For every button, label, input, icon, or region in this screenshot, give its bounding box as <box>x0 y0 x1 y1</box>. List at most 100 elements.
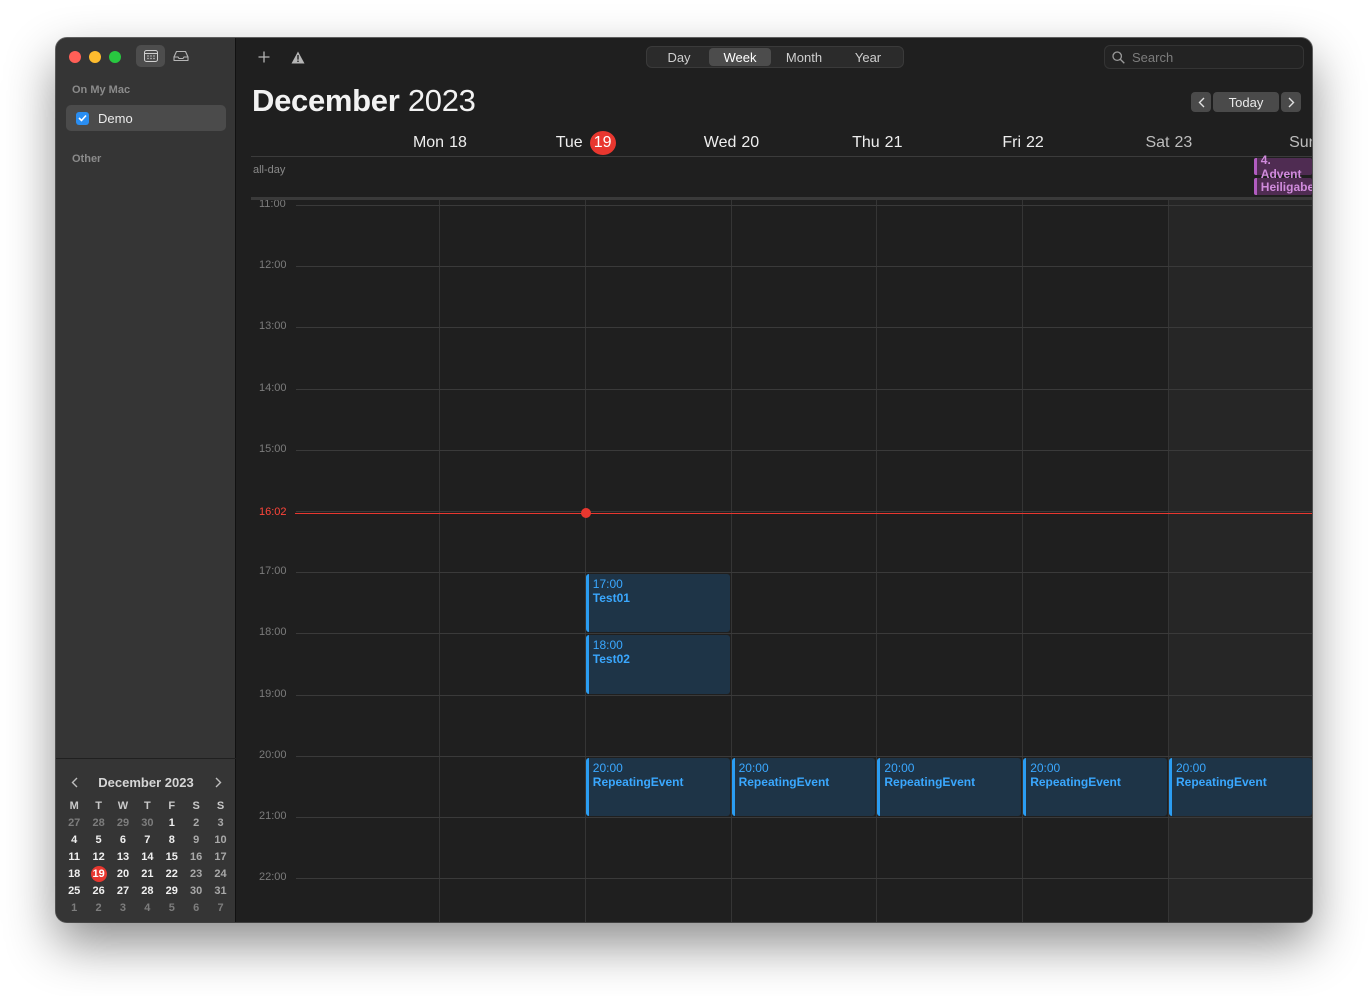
day-header-mon[interactable]: Mon 18 <box>367 131 513 155</box>
checkbox-icon[interactable] <box>76 111 89 125</box>
mini-calendar-day[interactable]: 1 <box>160 814 184 831</box>
all-day-row: all-day <box>251 156 1312 198</box>
mini-calendar-day[interactable]: 3 <box>208 814 232 831</box>
all-day-event[interactable]: Heiligabend <box>1253 178 1312 195</box>
event-time: 20:00 <box>738 760 769 775</box>
chevron-right-icon <box>215 777 221 787</box>
mini-calendar: December 2023 M T W T F S S 27 28 29 30 1 2 3 4 5 6 7 8 9 10… <box>56 758 236 922</box>
event-title: Test01 <box>592 591 630 606</box>
mini-calendar-day[interactable]: 17 <box>208 848 232 865</box>
mini-calendar-day[interactable]: 31 <box>208 882 232 899</box>
close-window-button[interactable] <box>69 51 81 63</box>
mini-calendar-day[interactable]: 1 <box>62 899 86 916</box>
day-header-thu[interactable]: Thu 21 <box>804 131 950 155</box>
mini-calendar-day[interactable]: 9 <box>184 831 208 848</box>
mini-next-month-button[interactable] <box>210 774 226 790</box>
day-header-fri[interactable]: Fri 22 <box>950 131 1096 155</box>
mini-calendar-day[interactable]: 19 <box>86 865 110 882</box>
mini-calendar-day[interactable]: 6 <box>184 899 208 916</box>
mini-calendar-day[interactable]: 2 <box>184 814 208 831</box>
mini-prev-month-button[interactable] <box>66 774 82 790</box>
inbox-button[interactable] <box>170 45 192 67</box>
mini-calendar-day[interactable]: 16 <box>184 848 208 865</box>
mini-calendar-day[interactable]: 26 <box>86 882 110 899</box>
calendar-item-demo[interactable]: Demo <box>66 105 226 131</box>
calendar-list-toggle-button[interactable] <box>136 45 165 67</box>
day-header-sun[interactable]: Sun24 <box>1242 131 1312 155</box>
add-event-button[interactable] <box>253 48 275 66</box>
calendar-event[interactable]: 20:00 RepeatingEvent <box>1023 757 1167 816</box>
mini-calendar-day[interactable]: 30 <box>184 882 208 899</box>
calendar-event[interactable]: 17:00 Test01 <box>585 574 730 633</box>
search-field[interactable] <box>1104 45 1304 69</box>
mini-calendar-day-label: 28 <box>141 884 154 897</box>
week-grid[interactable]: 11:00 12:00 13:00 14:00 15:00 17:00 18:00 19:00… <box>251 200 1312 922</box>
mini-calendar-day[interactable]: 14 <box>135 848 159 865</box>
mini-calendar-day-label: 20 <box>116 867 130 880</box>
mini-calendar-day[interactable]: 7 <box>135 831 159 848</box>
mini-calendar-day[interactable]: 4 <box>62 831 86 848</box>
day-header-sat[interactable]: Sat 23 <box>1096 131 1242 155</box>
mini-calendar-day[interactable]: 18 <box>62 865 86 882</box>
view-month-button[interactable]: Month <box>771 48 837 66</box>
calendar-event[interactable]: 20:00 RepeatingEvent <box>877 757 1022 816</box>
mini-calendar-day[interactable]: 12 <box>86 848 110 865</box>
warning-button[interactable] <box>287 48 309 66</box>
mini-calendar-day[interactable]: 27 <box>111 882 135 899</box>
today-button[interactable]: Today <box>1213 92 1279 112</box>
hour-gridline <box>296 817 1312 818</box>
view-day-button[interactable]: Day <box>649 48 709 66</box>
mini-calendar-day[interactable]: 23 <box>184 865 208 882</box>
view-year-button[interactable]: Year <box>837 48 899 66</box>
all-day-event[interactable]: 4. Advent <box>1253 153 1312 181</box>
hour-label: 22:00 <box>259 871 287 884</box>
mini-calendar-day[interactable]: 27 <box>62 814 86 831</box>
title-year: 2023 <box>407 83 476 118</box>
mini-calendar-day[interactable]: 25 <box>62 882 86 899</box>
mini-calendar-day-label: 31 <box>214 884 227 897</box>
day-header-number: 22 <box>1026 134 1044 151</box>
mini-calendar-day-label: 28 <box>92 816 105 829</box>
mini-calendar-day[interactable]: 22 <box>160 865 184 882</box>
minimize-window-button[interactable] <box>89 51 101 63</box>
mini-calendar-day-label: 30 <box>190 884 203 897</box>
mini-calendar-day[interactable]: 3 <box>111 899 135 916</box>
search-input[interactable] <box>1132 49 1292 65</box>
sidebar: On My Mac Demo Other December 2023 M T W T F… <box>56 38 236 922</box>
mini-calendar-day[interactable]: 8 <box>160 831 184 848</box>
calendar-event[interactable]: 20:00 RepeatingEvent <box>1169 757 1312 816</box>
mini-calendar-day[interactable]: 29 <box>111 814 135 831</box>
day-header-tue[interactable]: Tue 19 <box>513 131 659 155</box>
next-week-button[interactable] <box>1281 92 1301 112</box>
mini-calendar-day[interactable]: 7 <box>208 899 232 916</box>
mini-calendar-day[interactable]: 28 <box>86 814 110 831</box>
mini-calendar-day[interactable]: 6 <box>111 831 135 848</box>
day-header-wed[interactable]: Wed 20 <box>659 131 805 155</box>
mini-calendar-day[interactable]: 5 <box>160 899 184 916</box>
mini-calendar-day[interactable]: 2 <box>86 899 110 916</box>
zoom-window-button[interactable] <box>109 51 121 63</box>
mini-calendar-day[interactable]: 11 <box>62 848 86 865</box>
previous-week-button[interactable] <box>1191 92 1211 112</box>
mini-calendar-day[interactable]: 21 <box>135 865 159 882</box>
calendar-event[interactable]: 18:00 Test02 <box>585 635 730 694</box>
calendar-event[interactable]: 20:00 RepeatingEvent <box>731 757 876 816</box>
hour-gridline <box>296 266 1312 268</box>
mini-calendar-day-label: 7 <box>217 901 224 914</box>
mini-calendar-day[interactable]: 13 <box>111 848 135 865</box>
mini-calendar-day[interactable]: 24 <box>208 865 232 882</box>
page-title: December 2023 <box>252 83 476 119</box>
mini-calendar-day[interactable]: 4 <box>135 899 159 916</box>
mini-calendar-grid: M T W T F S S 27 28 29 30 1 2 3 4 5 6 7 8 9 10 11 12 13 14 15 16 17… <box>62 797 233 916</box>
mini-calendar-day-label: 9 <box>193 833 200 846</box>
mini-calendar-day[interactable]: 10 <box>208 831 232 848</box>
mini-calendar-day[interactable]: 30 <box>135 814 159 831</box>
mini-calendar-day[interactable]: 28 <box>135 882 159 899</box>
mini-calendar-day[interactable]: 5 <box>86 831 110 848</box>
mini-calendar-day[interactable]: 20 <box>111 865 135 882</box>
mini-calendar-day[interactable]: 15 <box>160 848 184 865</box>
view-week-button[interactable]: Week <box>709 48 771 66</box>
today-date-badge: 19 <box>589 131 616 155</box>
mini-calendar-day[interactable]: 29 <box>160 882 184 899</box>
calendar-event[interactable]: 20:00 RepeatingEvent <box>585 757 730 816</box>
